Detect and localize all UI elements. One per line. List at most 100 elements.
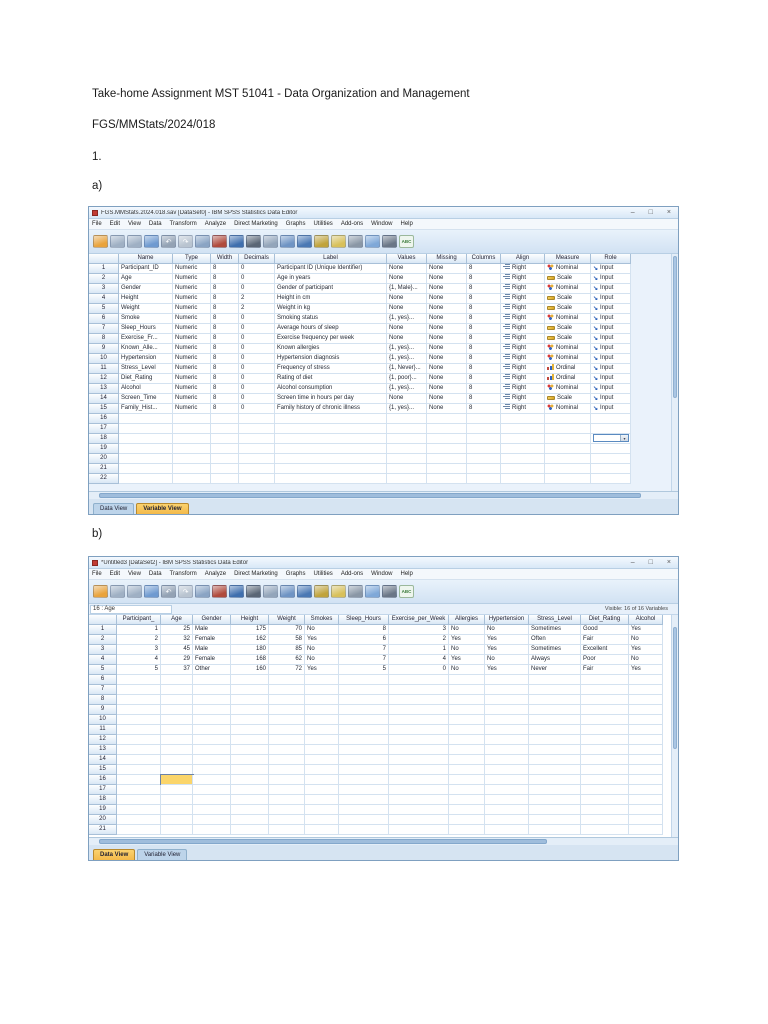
- cell[interactable]: 8: [467, 374, 501, 384]
- horizontal-scrollbar[interactable]: [89, 491, 678, 499]
- cell[interactable]: Input: [591, 304, 631, 314]
- cell[interactable]: [305, 815, 339, 825]
- cell[interactable]: 8: [467, 284, 501, 294]
- cell[interactable]: Input: [591, 274, 631, 284]
- horizontal-scrollbar-thumb[interactable]: [99, 839, 547, 844]
- cell[interactable]: [339, 765, 389, 775]
- cell[interactable]: Input: [591, 294, 631, 304]
- cell[interactable]: {1, Male}...: [387, 284, 427, 294]
- menu-view[interactable]: View: [128, 221, 141, 227]
- cell[interactable]: No: [449, 625, 485, 635]
- cell[interactable]: Right: [501, 384, 545, 394]
- menu-utilities[interactable]: Utilities: [313, 221, 332, 227]
- column-header-smokes[interactable]: Smokes: [305, 615, 339, 625]
- cell[interactable]: [545, 414, 591, 424]
- row-number[interactable]: 3: [89, 645, 117, 655]
- cell[interactable]: 8: [211, 284, 239, 294]
- cell[interactable]: 8: [211, 354, 239, 364]
- cell[interactable]: 2: [117, 635, 161, 645]
- cell[interactable]: Nominal: [545, 264, 591, 274]
- cell[interactable]: Numeric: [173, 364, 211, 374]
- cell[interactable]: [389, 695, 449, 705]
- cell[interactable]: [387, 474, 427, 484]
- row-number[interactable]: 17: [89, 424, 119, 434]
- cell[interactable]: 72: [269, 665, 305, 675]
- menu-help[interactable]: Help: [401, 571, 413, 577]
- cell[interactable]: [269, 735, 305, 745]
- column-header-age[interactable]: Age: [161, 615, 193, 625]
- cell[interactable]: 70: [269, 625, 305, 635]
- cell[interactable]: {1, yes}...: [387, 314, 427, 324]
- cell[interactable]: [529, 765, 581, 775]
- column-header-allergies[interactable]: Allergies: [449, 615, 485, 625]
- open-data-icon[interactable]: [93, 585, 108, 598]
- show-all-variables-icon[interactable]: [382, 585, 397, 598]
- cell[interactable]: [529, 715, 581, 725]
- cell[interactable]: [231, 755, 269, 765]
- cell[interactable]: [581, 755, 629, 765]
- cell[interactable]: No: [305, 655, 339, 665]
- cell[interactable]: [529, 785, 581, 795]
- cell[interactable]: [581, 785, 629, 795]
- cell[interactable]: Male: [193, 645, 231, 655]
- undo-icon[interactable]: ↶: [161, 585, 176, 598]
- row-number[interactable]: 18: [89, 795, 117, 805]
- open-data-icon[interactable]: [93, 235, 108, 248]
- row-number[interactable]: 6: [89, 314, 119, 324]
- cell[interactable]: Ordinal: [545, 374, 591, 384]
- menu-edit[interactable]: Edit: [110, 221, 120, 227]
- cell[interactable]: [467, 434, 501, 444]
- cell[interactable]: Input: [591, 364, 631, 374]
- cell[interactable]: None: [387, 304, 427, 314]
- row-number[interactable]: 19: [89, 444, 119, 454]
- cell[interactable]: Input: [591, 354, 631, 364]
- cell[interactable]: [161, 675, 193, 685]
- cell[interactable]: 0: [239, 334, 275, 344]
- cell[interactable]: [467, 414, 501, 424]
- menu-file[interactable]: File: [92, 571, 102, 577]
- cell[interactable]: 29: [161, 655, 193, 665]
- cell[interactable]: [239, 414, 275, 424]
- row-number[interactable]: 20: [89, 454, 119, 464]
- cell[interactable]: 8: [467, 324, 501, 334]
- cell[interactable]: Gender: [119, 284, 173, 294]
- cell[interactable]: No: [485, 625, 529, 635]
- menu-window[interactable]: Window: [371, 221, 392, 227]
- cell[interactable]: [629, 725, 663, 735]
- cell[interactable]: [387, 464, 427, 474]
- row-number[interactable]: 18: [89, 434, 119, 444]
- insert-variable-icon[interactable]: [280, 585, 295, 598]
- use-variable-sets-icon[interactable]: [365, 235, 380, 248]
- column-header-label[interactable]: Label: [275, 254, 387, 264]
- cell[interactable]: Exercise frequency per week: [275, 334, 387, 344]
- cell[interactable]: 0: [239, 354, 275, 364]
- cell[interactable]: [119, 424, 173, 434]
- cell[interactable]: Numeric: [173, 324, 211, 334]
- cell[interactable]: None: [427, 304, 467, 314]
- menu-graphs[interactable]: Graphs: [286, 221, 306, 227]
- cell[interactable]: [231, 725, 269, 735]
- cell[interactable]: [275, 464, 387, 474]
- cell[interactable]: Other: [193, 665, 231, 675]
- cell[interactable]: [449, 795, 485, 805]
- cell[interactable]: [529, 745, 581, 755]
- cell[interactable]: [545, 474, 591, 484]
- cell[interactable]: Hypertension diagnosis: [275, 354, 387, 364]
- cell[interactable]: Right: [501, 304, 545, 314]
- cell[interactable]: [389, 805, 449, 815]
- cell[interactable]: [117, 725, 161, 735]
- cell[interactable]: [305, 775, 339, 785]
- cell[interactable]: [161, 805, 193, 815]
- cell[interactable]: Yes: [485, 635, 529, 645]
- cell[interactable]: [339, 725, 389, 735]
- row-number[interactable]: 10: [89, 715, 117, 725]
- cell[interactable]: Right: [501, 294, 545, 304]
- row-number[interactable]: 10: [89, 354, 119, 364]
- cell[interactable]: 8: [211, 374, 239, 384]
- cell[interactable]: None: [427, 294, 467, 304]
- cell[interactable]: [449, 735, 485, 745]
- cell[interactable]: [387, 454, 427, 464]
- cell[interactable]: [449, 775, 485, 785]
- cell[interactable]: {1, yes}...: [387, 354, 427, 364]
- cell[interactable]: [581, 685, 629, 695]
